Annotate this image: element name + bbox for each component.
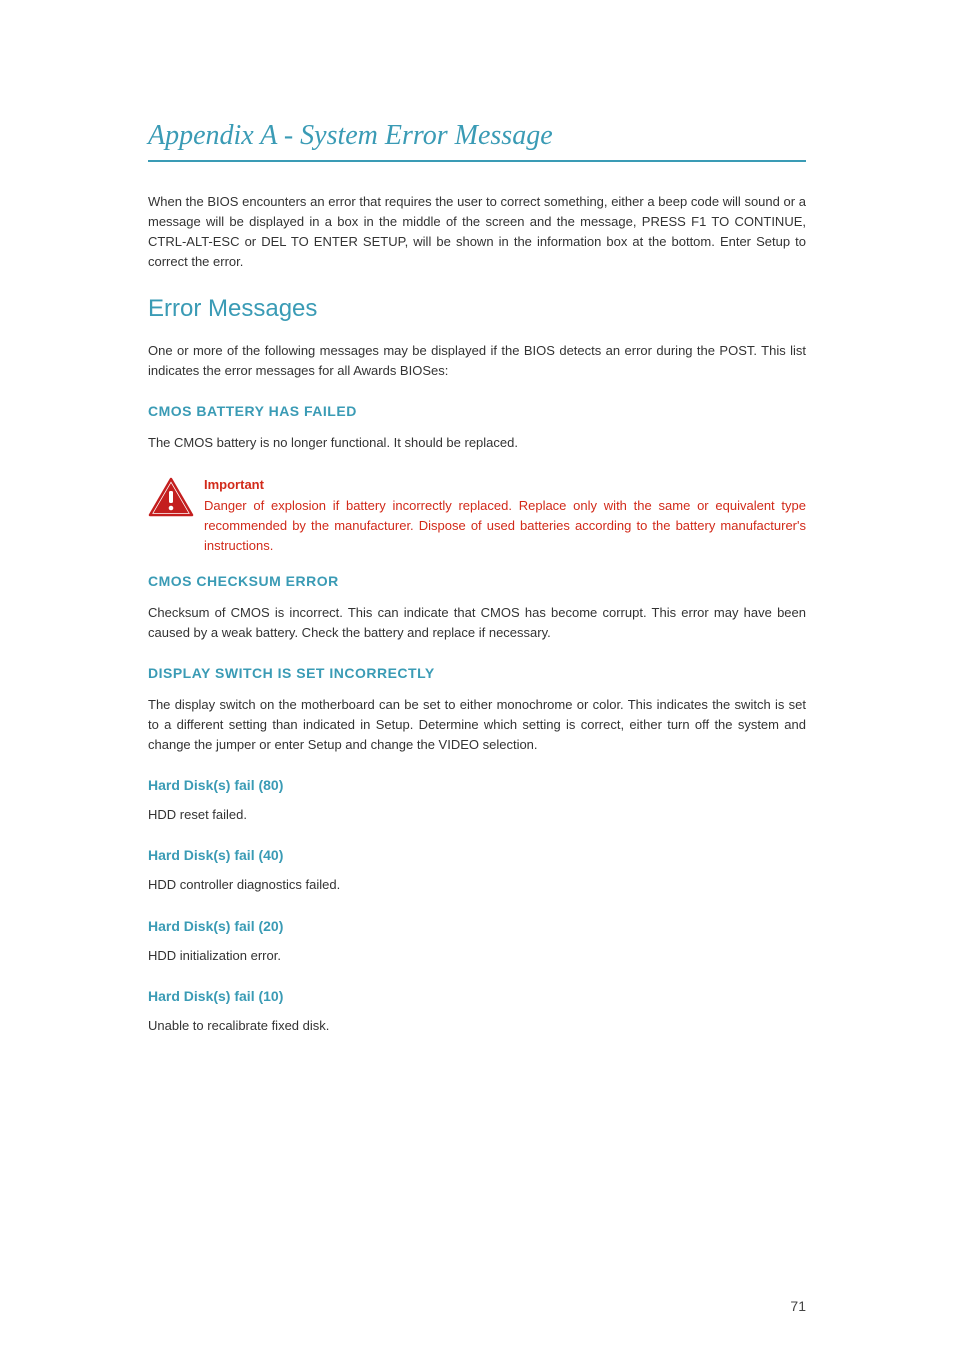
important-callout: Important Danger of explosion if battery… [148, 475, 806, 557]
hdd-40-body: HDD controller diagnostics failed. [148, 875, 806, 895]
page-title: Appendix A - System Error Message [148, 120, 806, 162]
hdd-80-body: HDD reset failed. [148, 805, 806, 825]
hdd-20-body: HDD initialization error. [148, 946, 806, 966]
hdd-20-heading: Hard Disk(s) fail (20) [148, 918, 806, 934]
hdd-10-body: Unable to recalibrate fixed disk. [148, 1016, 806, 1036]
hdd-10-heading: Hard Disk(s) fail (10) [148, 988, 806, 1004]
display-switch-body: The display switch on the motherboard ca… [148, 695, 806, 755]
cmos-battery-body: The CMOS battery is no longer functional… [148, 433, 806, 453]
important-text: Important Danger of explosion if battery… [204, 475, 806, 557]
cmos-checksum-heading: CMOS CHECKSUM ERROR [148, 573, 806, 589]
cmos-checksum-body: Checksum of CMOS is incorrect. This can … [148, 603, 806, 643]
section-title: Error Messages [148, 295, 806, 323]
important-label: Important [204, 475, 806, 495]
cmos-battery-heading: CMOS BATTERY HAS FAILED [148, 403, 806, 419]
important-body: Danger of explosion if battery incorrect… [204, 498, 806, 553]
page-number: 71 [790, 1298, 806, 1314]
intro-paragraph: When the BIOS encounters an error that r… [148, 192, 806, 273]
hdd-40-heading: Hard Disk(s) fail (40) [148, 847, 806, 863]
display-switch-heading: DISPLAY SWITCH IS SET INCORRECTLY [148, 665, 806, 681]
warning-triangle-icon [148, 477, 194, 522]
hdd-80-heading: Hard Disk(s) fail (80) [148, 777, 806, 793]
section-intro: One or more of the following messages ma… [148, 341, 806, 381]
